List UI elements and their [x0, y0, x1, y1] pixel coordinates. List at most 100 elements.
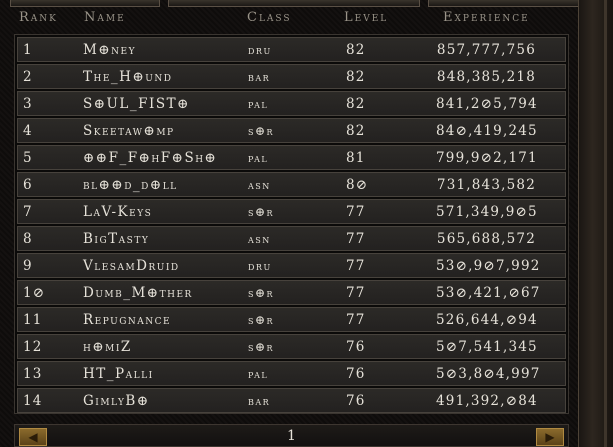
level-cell: 82 — [346, 69, 366, 85]
name-cell: The_H⊕und — [83, 69, 173, 85]
rank-cell: 7 — [23, 204, 33, 220]
experience-cell: 799,9⊘2,171 — [436, 150, 538, 166]
rank-cell: 8 — [23, 231, 33, 247]
class-cell: asn — [248, 178, 271, 192]
class-cell: asn — [248, 232, 271, 246]
name-cell: HT_Palli — [83, 366, 154, 382]
class-cell: s⊕r — [248, 286, 275, 300]
name-cell: h⊕miZ — [83, 339, 132, 355]
level-cell: 77 — [346, 312, 366, 328]
level-cell: 76 — [346, 366, 366, 382]
rank-cell: 12 — [23, 339, 43, 355]
name-cell: VlesamDruid — [83, 258, 180, 274]
rank-cell: 4 — [23, 123, 33, 139]
right-frame-rail — [604, 0, 607, 447]
table-row[interactable]: 1⊘ Dumb_M⊕ther s⊕r 77 53⊘,421,⊘67 — [17, 280, 566, 305]
top-tab-left — [10, 0, 160, 7]
page-number: 1 — [287, 428, 296, 444]
name-cell: Skeetaw⊕mp — [83, 123, 175, 139]
level-cell: 82 — [346, 123, 366, 139]
rank-cell: 9 — [23, 258, 33, 274]
header-name: Name — [84, 10, 126, 25]
name-cell: BigTasty — [83, 231, 150, 247]
table-row[interactable]: 9 VlesamDruid dru 77 53⊘,9⊘7,992 — [17, 253, 566, 278]
rank-cell: 11 — [23, 312, 43, 328]
header-level: Level — [344, 10, 389, 25]
class-cell: s⊕r — [248, 340, 275, 354]
top-tab-center — [168, 0, 420, 7]
table-row[interactable]: 1 M⊕ney dru 82 857,777,756 — [17, 37, 566, 62]
level-cell: 81 — [346, 150, 366, 166]
experience-cell: 53⊘,9⊘7,992 — [436, 258, 541, 274]
experience-cell: 526,644,⊘94 — [436, 312, 538, 328]
experience-cell: 565,688,572 — [436, 231, 536, 247]
header-class: Class — [247, 10, 292, 25]
experience-cell: 731,843,582 — [436, 177, 536, 193]
class-cell: s⊕r — [248, 124, 275, 138]
rank-cell: 2 — [23, 69, 33, 85]
level-cell: 77 — [346, 204, 366, 220]
table-row[interactable]: 8 BigTasty asn 77 565,688,572 — [17, 226, 566, 251]
level-cell: 77 — [346, 285, 366, 301]
table-row[interactable]: 5 ⊕⊕F_F⊕hF⊕Sh⊕ pal 81 799,9⊘2,171 — [17, 145, 566, 170]
experience-cell: 53⊘,421,⊘67 — [436, 285, 541, 301]
experience-cell: 491,392,⊘84 — [436, 393, 538, 409]
experience-cell: 5⊘7,541,345 — [436, 339, 538, 355]
experience-cell: 848,385,218 — [436, 69, 536, 85]
experience-cell: 84⊘,419,245 — [436, 123, 538, 139]
table-header: Rank Name Class Level Experience — [0, 10, 580, 30]
name-cell: ⊕⊕F_F⊕hF⊕Sh⊕ — [83, 150, 218, 166]
table-row[interactable]: 13 HT_Palli pal 76 5⊘3,8⊘4,997 — [17, 361, 566, 386]
name-cell: Dumb_M⊕ther — [83, 285, 193, 301]
name-cell: bl⊕⊕d_d⊕ll — [83, 177, 178, 193]
class-cell: pal — [248, 151, 269, 165]
right-frame-border — [578, 0, 613, 447]
ladder-table: 1 M⊕ney dru 82 857,777,756 2 The_H⊕und b… — [14, 34, 569, 414]
class-cell: pal — [248, 367, 269, 381]
experience-cell: 5⊘3,8⊘4,997 — [436, 366, 541, 382]
level-cell: 82 — [346, 42, 366, 58]
level-cell: 77 — [346, 231, 366, 247]
rank-cell: 14 — [23, 393, 43, 409]
pagination-bar: ◀ 1 ▶ — [14, 424, 569, 447]
name-cell: Repugnance — [83, 312, 172, 328]
header-experience: Experience — [443, 10, 530, 25]
level-cell: 77 — [346, 258, 366, 274]
name-cell: GimlyB⊕ — [83, 393, 150, 409]
class-cell: bar — [248, 70, 271, 84]
class-cell: dru — [248, 43, 272, 57]
class-cell: bar — [248, 394, 271, 408]
rank-cell: 1⊘ — [23, 285, 46, 301]
table-row[interactable]: 3 S⊕UL_FIST⊕ pal 82 841,2⊘5,794 — [17, 91, 566, 116]
arrow-right-icon: ▶ — [545, 430, 555, 444]
name-cell: S⊕UL_FIST⊕ — [83, 96, 190, 112]
experience-cell: 571,349,9⊘5 — [436, 204, 538, 220]
next-page-button[interactable]: ▶ — [536, 428, 564, 446]
name-cell: LaV-Keys — [83, 204, 153, 220]
level-cell: 76 — [346, 393, 366, 409]
table-row[interactable]: 11 Repugnance s⊕r 77 526,644,⊘94 — [17, 307, 566, 332]
header-rank: Rank — [19, 10, 58, 25]
rank-cell: 13 — [23, 366, 43, 382]
level-cell: 82 — [346, 96, 366, 112]
experience-cell: 857,777,756 — [436, 42, 536, 58]
ladder-panel: Rank Name Class Level Experience 1 M⊕ney… — [0, 0, 613, 447]
table-row[interactable]: 14 GimlyB⊕ bar 76 491,392,⊘84 — [17, 388, 566, 413]
class-cell: s⊕r — [248, 313, 275, 327]
top-tab-right — [428, 0, 580, 7]
table-row[interactable]: 6 bl⊕⊕d_d⊕ll asn 8⊘ 731,843,582 — [17, 172, 566, 197]
rank-cell: 1 — [23, 42, 33, 58]
level-cell: 8⊘ — [346, 177, 369, 193]
experience-cell: 841,2⊘5,794 — [436, 96, 538, 112]
class-cell: s⊕r — [248, 205, 275, 219]
class-cell: pal — [248, 97, 269, 111]
table-row[interactable]: 7 LaV-Keys s⊕r 77 571,349,9⊘5 — [17, 199, 566, 224]
name-cell: M⊕ney — [83, 42, 137, 58]
rank-cell: 5 — [23, 150, 33, 166]
table-row[interactable]: 12 h⊕miZ s⊕r 76 5⊘7,541,345 — [17, 334, 566, 359]
table-row[interactable]: 4 Skeetaw⊕mp s⊕r 82 84⊘,419,245 — [17, 118, 566, 143]
rank-cell: 6 — [23, 177, 33, 193]
class-cell: dru — [248, 259, 272, 273]
rank-cell: 3 — [23, 96, 33, 112]
table-row[interactable]: 2 The_H⊕und bar 82 848,385,218 — [17, 64, 566, 89]
